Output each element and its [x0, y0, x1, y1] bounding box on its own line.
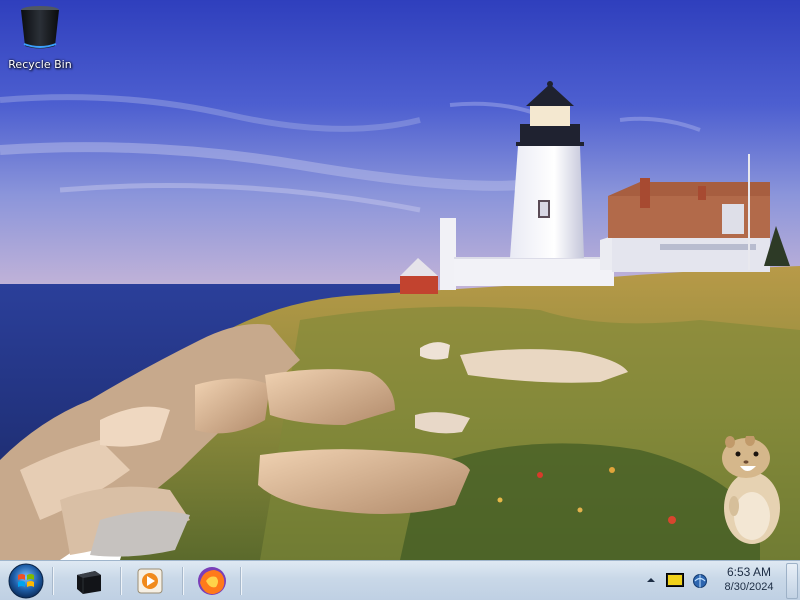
desktop[interactable]: Recycle Bin [0, 0, 800, 560]
desktop-icon-recycle-bin[interactable]: Recycle Bin [4, 4, 76, 76]
desktop-icon-label: Recycle Bin [8, 58, 72, 71]
black-box-app-icon [77, 571, 101, 594]
firefox-icon [198, 567, 226, 595]
clock[interactable]: 6:53 AM 8/30/2024 [718, 565, 780, 595]
recycle-bin-icon [21, 6, 59, 49]
media-player-icon [137, 568, 163, 594]
wallpaper [0, 0, 800, 560]
taskbar-separator [52, 567, 53, 595]
network-icon[interactable] [692, 572, 708, 590]
hamster-gadget[interactable] [716, 436, 786, 546]
taskbar-app-black-box[interactable] [66, 564, 110, 598]
taskbar-separator [240, 567, 241, 595]
clock-date: 8/30/2024 [724, 581, 774, 593]
taskbar-app-media-player[interactable] [128, 564, 172, 598]
clock-time: 6:53 AM [726, 565, 772, 579]
taskbar-separator [120, 567, 121, 595]
action-center-icon[interactable] [666, 573, 684, 587]
show-hidden-icons-arrow[interactable] [646, 575, 656, 585]
start-button[interactable] [6, 562, 46, 600]
taskbar-app-firefox[interactable] [190, 564, 234, 598]
windows-logo-icon [8, 563, 44, 599]
taskbar-separator [182, 567, 183, 595]
taskbar: 6:53 AM 8/30/2024 [0, 560, 800, 600]
show-desktop-button[interactable] [786, 563, 798, 599]
